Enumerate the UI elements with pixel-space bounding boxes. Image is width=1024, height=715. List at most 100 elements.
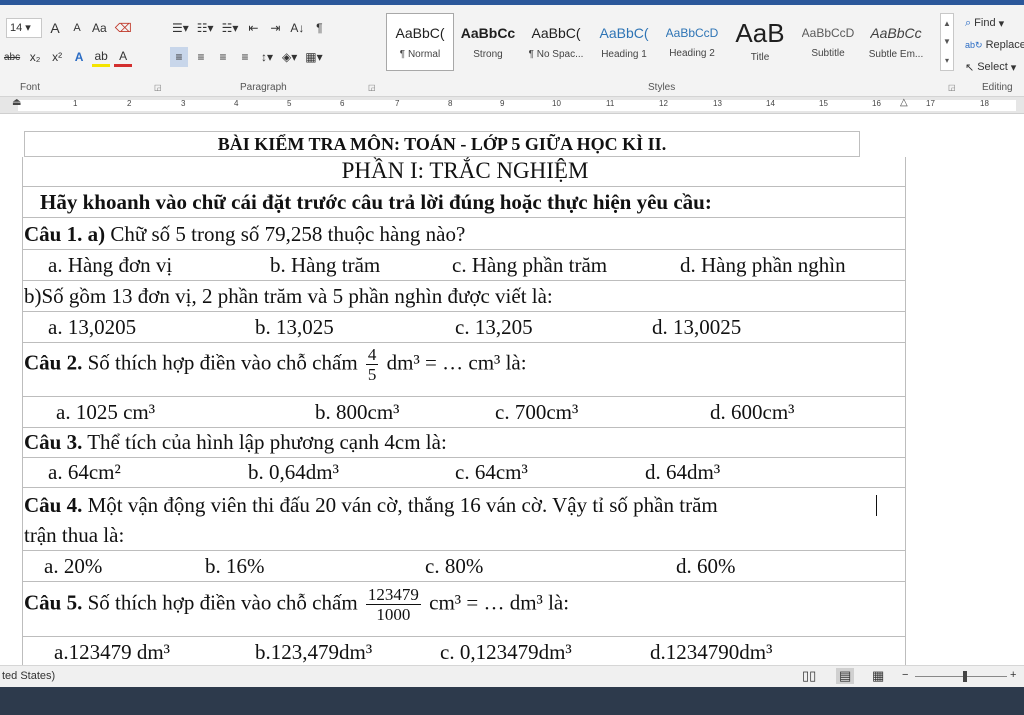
- justify-icon[interactable]: ≡: [236, 47, 254, 67]
- question-label: Câu 3.: [24, 430, 83, 454]
- question-4-continued: trận thua là:: [24, 523, 125, 547]
- borders-icon[interactable]: ▦▾: [303, 47, 324, 67]
- zoom-slider-thumb[interactable]: [963, 671, 967, 682]
- grow-font-button[interactable]: A: [46, 18, 64, 38]
- question-label: Câu 1. a): [24, 222, 106, 246]
- style-preview: AaB: [735, 21, 785, 44]
- line-spacing-icon[interactable]: ↕▾: [258, 47, 276, 67]
- show-marks-button[interactable]: ¶: [310, 18, 328, 38]
- styles-group-label: Styles: [648, 82, 676, 93]
- indent-marker-icon[interactable]: ⏏: [12, 97, 21, 108]
- font-color-button[interactable]: A: [114, 47, 133, 67]
- web-layout-icon[interactable]: ▦: [872, 668, 884, 684]
- style-name: Subtle Em...: [868, 48, 924, 60]
- find-button[interactable]: ⌕ Find ▾: [965, 12, 1024, 34]
- style-no-spacing[interactable]: AaBbC( ¶ No Spac...: [522, 13, 590, 71]
- zoom-out-icon[interactable]: −: [902, 669, 908, 681]
- question-text: Thể tích của hình lập phương cạnh 4cm là…: [82, 430, 447, 454]
- style-preview: AaBbC(: [599, 24, 649, 41]
- styles-gallery: AaBbC( ¶ Normal AaBbCc Strong AaBbC( ¶ N…: [386, 13, 954, 71]
- sort-button[interactable]: A↓: [288, 18, 306, 38]
- language-status[interactable]: ted States): [2, 670, 55, 682]
- style-strong[interactable]: AaBbCc Strong: [454, 13, 522, 71]
- shading-icon[interactable]: ◈▾: [280, 47, 299, 67]
- increase-indent-icon[interactable]: ⇥: [266, 18, 284, 38]
- q1b-option-d: d. 13,0025: [652, 315, 742, 339]
- ruler-tick: 3: [181, 99, 186, 108]
- subscript-button[interactable]: x₂: [26, 47, 44, 67]
- ruler-track: [18, 100, 1016, 111]
- styles-gallery-scroll[interactable]: ▲ ▼ ▾: [940, 13, 954, 71]
- align-left-icon[interactable]: ≡: [170, 47, 188, 67]
- replace-button[interactable]: ab↻ Replace: [965, 34, 1024, 56]
- ruler-tick: 12: [659, 99, 668, 108]
- part-heading: PHẦN I: TRẮC NGHIỆM: [341, 158, 589, 183]
- align-center-icon[interactable]: ≡: [192, 47, 210, 67]
- paragraph-row-1: ☰▾ ☷▾ ☵▾ ⇤ ⇥ A↓ ¶: [170, 18, 328, 38]
- numbering-icon[interactable]: ☷▾: [195, 18, 216, 38]
- zoom-slider[interactable]: [915, 676, 1007, 677]
- question-text: Một vận động viên thi đấu 20 ván cờ, thắ…: [82, 493, 718, 517]
- align-right-icon[interactable]: ≡: [214, 47, 232, 67]
- decrease-indent-icon[interactable]: ⇤: [244, 18, 262, 38]
- question-label: Câu 4.: [24, 493, 83, 517]
- ruler-tick: 17: [926, 99, 935, 108]
- font-launcher-icon[interactable]: ◲: [154, 83, 162, 92]
- paragraph-launcher-icon[interactable]: ◲: [368, 83, 376, 92]
- style-name: Heading 1: [601, 48, 647, 60]
- q5-option-a: a.123479 dm³: [54, 640, 170, 664]
- question-label: Câu 2.: [24, 350, 83, 375]
- multilevel-list-icon[interactable]: ☵▾: [220, 18, 241, 38]
- ribbon: 14 ▾ A A Aa ⌫ abc x₂ x² A ab A Font ◲ ☰▾…: [0, 0, 1024, 97]
- read-mode-icon[interactable]: ▯▯: [802, 668, 816, 684]
- style-normal[interactable]: AaBbC( ¶ Normal: [386, 13, 454, 71]
- shrink-font-button[interactable]: A: [68, 18, 86, 38]
- bullets-icon[interactable]: ☰▾: [170, 18, 191, 38]
- strikethrough-button[interactable]: abc: [2, 47, 22, 67]
- table-divider: [22, 636, 906, 637]
- styles-launcher-icon[interactable]: ◲: [948, 83, 956, 92]
- style-preview: AaBbC(: [531, 24, 581, 41]
- ruler-tick: 7: [395, 99, 400, 108]
- style-title[interactable]: AaB Title: [726, 13, 794, 71]
- question-5: Câu 5. Số thích hợp điền vào chỗ chấm 12…: [24, 585, 569, 624]
- style-heading-2[interactable]: AaBbCcD Heading 2: [658, 13, 726, 71]
- highlight-button[interactable]: ab: [92, 47, 111, 67]
- style-heading-1[interactable]: AaBbC( Heading 1: [590, 13, 658, 71]
- style-subtle-emphasis[interactable]: AaBbCc Subtle Em...: [862, 13, 930, 71]
- superscript-button[interactable]: x²: [48, 47, 66, 67]
- right-indent-marker-icon[interactable]: △: [900, 97, 908, 108]
- font-size-box[interactable]: 14 ▾: [6, 18, 42, 38]
- text-effects-button[interactable]: A: [70, 47, 88, 67]
- horizontal-ruler[interactable]: 1 2 3 4 5 6 7 8 9 10 11 12 13 14 15 16 1…: [0, 97, 1024, 114]
- more-styles-icon[interactable]: ▾: [945, 56, 949, 65]
- document-page[interactable]: BÀI KIỂM TRA MÔN: TOÁN - LỚP 5 GIỮA HỌC …: [0, 115, 1024, 665]
- q4-option-b: b. 16%: [205, 554, 265, 578]
- style-name: Strong: [473, 48, 503, 60]
- question-4: Câu 4. Một vận động viên thi đấu 20 ván …: [24, 493, 718, 518]
- question-3: Câu 3. Thể tích của hình lập phương cạnh…: [24, 430, 447, 455]
- q4-option-c: c. 80%: [425, 554, 484, 578]
- ruler-tick: 18: [980, 99, 989, 108]
- change-case-button[interactable]: Aa: [90, 18, 109, 38]
- style-preview: AaBbCc: [870, 24, 922, 41]
- find-label: Find: [974, 17, 996, 29]
- print-layout-icon[interactable]: ▤: [836, 668, 855, 684]
- scroll-down-icon[interactable]: ▼: [943, 37, 951, 46]
- style-subtitle[interactable]: AaBbCcD Subtitle: [794, 13, 862, 71]
- editing-group: ⌕ Find ▾ ab↻ Replace ↖ Select ▾: [965, 12, 1024, 78]
- replace-icon: ab↻: [965, 39, 983, 50]
- clear-format-icon[interactable]: ⌫: [113, 18, 134, 38]
- question-text-after: cm³ = … dm³ là:: [429, 590, 570, 615]
- q2-option-c: c. 700cm³: [495, 400, 579, 424]
- q3-option-c: c. 64cm³: [455, 460, 528, 484]
- ruler-tick: 4: [234, 99, 239, 108]
- scroll-up-icon[interactable]: ▲: [943, 19, 951, 28]
- q3-option-b: b. 0,64dm³: [248, 460, 339, 484]
- q1b-option-c: c. 13,205: [455, 315, 533, 339]
- select-button[interactable]: ↖ Select ▾: [965, 56, 1024, 78]
- zoom-in-icon[interactable]: +: [1010, 669, 1016, 681]
- ruler-tick: 5: [287, 99, 292, 108]
- paragraph-row-2: ≡ ≡ ≡ ≡ ↕▾ ◈▾ ▦▾: [170, 47, 325, 67]
- style-name: Subtitle: [811, 47, 845, 59]
